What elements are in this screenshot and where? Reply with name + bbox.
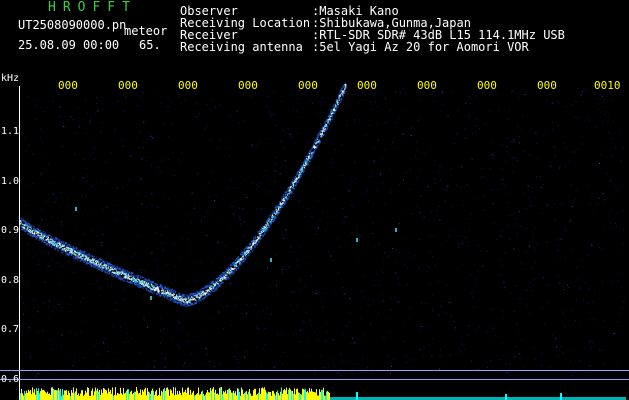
y-tick-0.8: 0.8 xyxy=(1,275,20,286)
y-tick-0.6: 0.6 xyxy=(1,374,20,385)
x-tick-2: 000 xyxy=(118,79,138,92)
x-tick-10: 0010 xyxy=(594,79,621,92)
x-tick-3: 000 xyxy=(178,79,198,92)
x-tick-5: 000 xyxy=(298,79,318,92)
y-tick-1.1: 1.1 xyxy=(1,126,20,137)
y-tick-1.0: 1.0 xyxy=(1,176,20,187)
doppler-signal-trace xyxy=(20,82,397,308)
y-tick-0.7: 0.7 xyxy=(1,324,20,335)
spectrogram-plot xyxy=(0,82,629,400)
plot-frame xyxy=(0,86,629,400)
x-tick-8: 000 xyxy=(477,79,497,92)
y-tick-0.9: 0.9 xyxy=(1,225,20,236)
x-tick-4: 000 xyxy=(238,79,258,92)
x-tick-9: 000 xyxy=(537,79,557,92)
x-tick-1: 000 xyxy=(58,79,78,92)
y-axis-unit: kHz xyxy=(1,73,20,84)
bottom-activity-bar xyxy=(20,387,626,400)
x-tick-6: 000 xyxy=(357,79,377,92)
x-tick-7: 000 xyxy=(417,79,437,92)
